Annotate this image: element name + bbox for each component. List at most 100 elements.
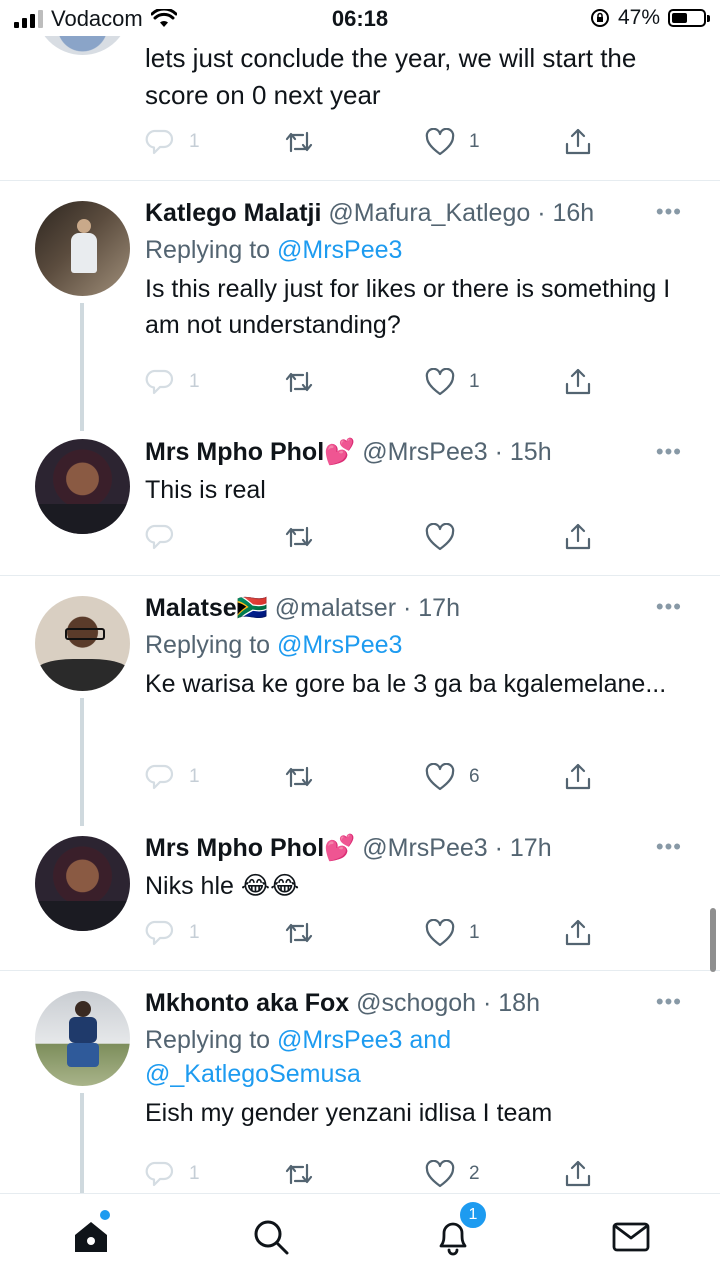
retweet-icon [285, 922, 313, 944]
share-button[interactable] [563, 757, 593, 797]
avatar[interactable] [35, 596, 130, 691]
home-notification-dot [100, 1210, 110, 1220]
more-options-icon[interactable]: ••• [656, 439, 682, 465]
handle[interactable]: @MrsPee3 [362, 834, 487, 862]
reply-icon [145, 129, 174, 155]
heart-icon [425, 368, 455, 396]
more-options-icon[interactable]: ••• [656, 199, 682, 225]
like-button[interactable] [425, 517, 469, 557]
reply-count: 1 [189, 371, 200, 392]
tweet-item[interactable]: Mrs Mpho Phol💕 @MrsPee3 · 15h This is re… [0, 421, 720, 575]
tweet-item[interactable]: Malatse🇿🇦 @malatser · 17h Replying to @M… [0, 576, 720, 826]
display-name[interactable]: Malatse🇿🇦 [145, 594, 268, 622]
retweet-button[interactable] [283, 362, 315, 402]
retweet-icon [285, 526, 313, 548]
like-count: 2 [469, 1163, 480, 1184]
display-name[interactable]: Mrs Mpho Phol💕 [145, 834, 355, 862]
retweet-button[interactable] [283, 913, 315, 953]
like-button[interactable]: 1 [425, 122, 480, 162]
tab-messages[interactable] [606, 1212, 656, 1262]
tweet-time: · 17h [403, 594, 460, 622]
rotation-lock-icon [590, 9, 609, 27]
replying-to-link[interactable]: @MrsPee3 [277, 631, 402, 659]
heart-icon [425, 919, 455, 947]
notifications-badge: 1 [458, 1200, 488, 1230]
reply-button[interactable]: 1 [145, 362, 200, 402]
share-button[interactable] [563, 913, 593, 953]
heart-icon [425, 1160, 455, 1188]
share-button[interactable] [563, 517, 593, 557]
more-options-icon[interactable]: ••• [656, 594, 682, 620]
replying-label: Replying to [145, 1026, 271, 1054]
share-button[interactable] [563, 122, 593, 162]
tweet-time: · 17h [494, 834, 552, 862]
tweet-actions: 1 1 [145, 913, 605, 953]
messages-icon [612, 1222, 650, 1252]
status-bar: Vodacom 06:18 47% [0, 0, 720, 36]
tweet-actions [145, 517, 605, 557]
reply-button[interactable]: 1 [145, 122, 200, 162]
tweet-item[interactable]: Mkhonto aka Fox @schogoh · 18h Replying … [0, 971, 720, 1193]
like-count: 1 [469, 371, 480, 392]
share-button[interactable] [563, 1154, 593, 1194]
tab-home[interactable] [66, 1210, 116, 1262]
handle[interactable]: @malatser [275, 594, 396, 622]
retweet-icon [285, 371, 313, 393]
handle[interactable]: @Mafura_Katlego [328, 199, 530, 227]
tab-search[interactable] [246, 1212, 296, 1262]
reply-button[interactable]: 1 [145, 1154, 200, 1194]
tweet-text: Eish my gender yenzani idlisa I team [145, 1099, 553, 1127]
tweet-text: Ke warisa ke gore ba le 3 ga ba kgalemel… [145, 670, 667, 698]
avatar[interactable] [35, 439, 130, 534]
display-name[interactable]: Katlego Malatji [145, 199, 321, 227]
retweet-button[interactable] [283, 757, 315, 797]
like-count: 1 [469, 131, 480, 152]
share-icon [565, 128, 591, 155]
retweet-icon [285, 131, 313, 153]
like-count: 1 [469, 922, 480, 943]
battery-percent: 47% [617, 6, 660, 29]
bottom-tab-bar: 1 [0, 1193, 720, 1280]
reply-button[interactable]: 1 [145, 757, 200, 797]
retweet-button[interactable] [283, 1154, 315, 1194]
like-button[interactable]: 6 [425, 757, 480, 797]
share-button[interactable] [563, 362, 593, 402]
like-button[interactable]: 1 [425, 913, 480, 953]
reply-count: 1 [189, 131, 200, 152]
tweet-item[interactable]: Katlego Malatji @Mafura_Katlego · 16h Re… [0, 181, 720, 431]
share-icon [565, 368, 591, 395]
avatar[interactable] [35, 201, 130, 296]
tweet-actions: 1 6 [145, 757, 605, 797]
like-button[interactable]: 2 [425, 1154, 480, 1194]
reply-icon [145, 764, 174, 790]
tweet-text: Is this really just for likes or there i… [145, 275, 671, 339]
display-name[interactable]: Mkhonto aka Fox [145, 989, 349, 1017]
reply-icon [145, 369, 174, 395]
reply-button[interactable]: 1 [145, 913, 200, 953]
thread-line [80, 303, 84, 431]
heart-icon [425, 128, 455, 156]
tweet-actions: 1 1 [145, 122, 605, 162]
more-options-icon[interactable]: ••• [656, 989, 682, 1015]
like-button[interactable]: 1 [425, 362, 480, 402]
tweet-item[interactable]: Mrs Mpho Phol💕 @MrsPee3 · 17h Niks hle 😂… [0, 816, 720, 970]
avatar[interactable] [35, 991, 130, 1086]
retweet-button[interactable] [283, 122, 315, 162]
tab-notifications[interactable]: 1 [428, 1200, 488, 1262]
tweet-actions: 1 1 [145, 362, 605, 402]
display-name[interactable]: Mrs Mpho Phol💕 [145, 438, 355, 466]
more-options-icon[interactable]: ••• [656, 834, 682, 860]
avatar[interactable] [35, 836, 130, 931]
tweet-text: lets just conclude the year, we will sta… [145, 43, 637, 110]
handle[interactable]: @MrsPee3 [362, 438, 487, 466]
home-icon [75, 1222, 107, 1252]
replying-label: Replying to [145, 236, 271, 264]
scrollbar[interactable] [710, 908, 716, 972]
replying-to-link[interactable]: @MrsPee3 [277, 236, 402, 264]
retweet-button[interactable] [283, 517, 315, 557]
tweet-text: Niks hle 😂😂 [145, 872, 300, 900]
handle[interactable]: @schogoh [356, 989, 476, 1017]
share-icon [565, 919, 591, 946]
reply-button[interactable] [145, 517, 189, 557]
thread-line [80, 698, 84, 826]
